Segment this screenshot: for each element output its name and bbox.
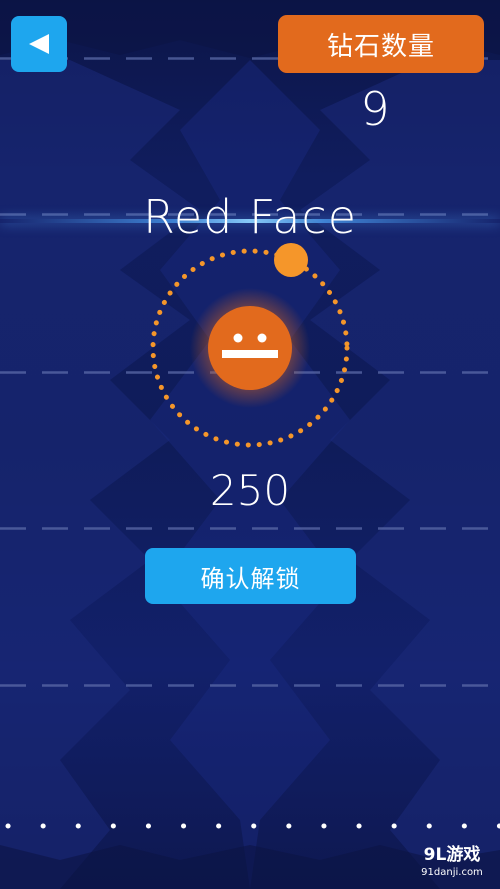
game-screen: 钻石数量 9 Red Face 250 确认解锁 9L游戏 91danji.co… <box>0 0 500 889</box>
character-name: Red Face <box>142 190 358 244</box>
back-button[interactable] <box>11 16 67 72</box>
divider-dashed <box>0 527 500 530</box>
site-watermark: 9L游戏 91danji.com <box>408 844 496 886</box>
diamond-count-label: 钻石数量 <box>278 15 484 73</box>
watermark-url: 91danji.com <box>421 867 483 878</box>
watermark-logo: 9L游戏 <box>423 845 481 865</box>
background-pattern <box>0 0 500 889</box>
unlock-price: 250 <box>209 466 291 515</box>
divider-dashed <box>0 684 500 687</box>
divider-dashed <box>0 371 500 374</box>
confirm-unlock-button[interactable]: 确认解锁 <box>145 548 356 604</box>
ground-dots <box>5 823 500 829</box>
back-triangle-icon <box>27 33 51 55</box>
diamond-count-value: 9 <box>360 82 390 136</box>
